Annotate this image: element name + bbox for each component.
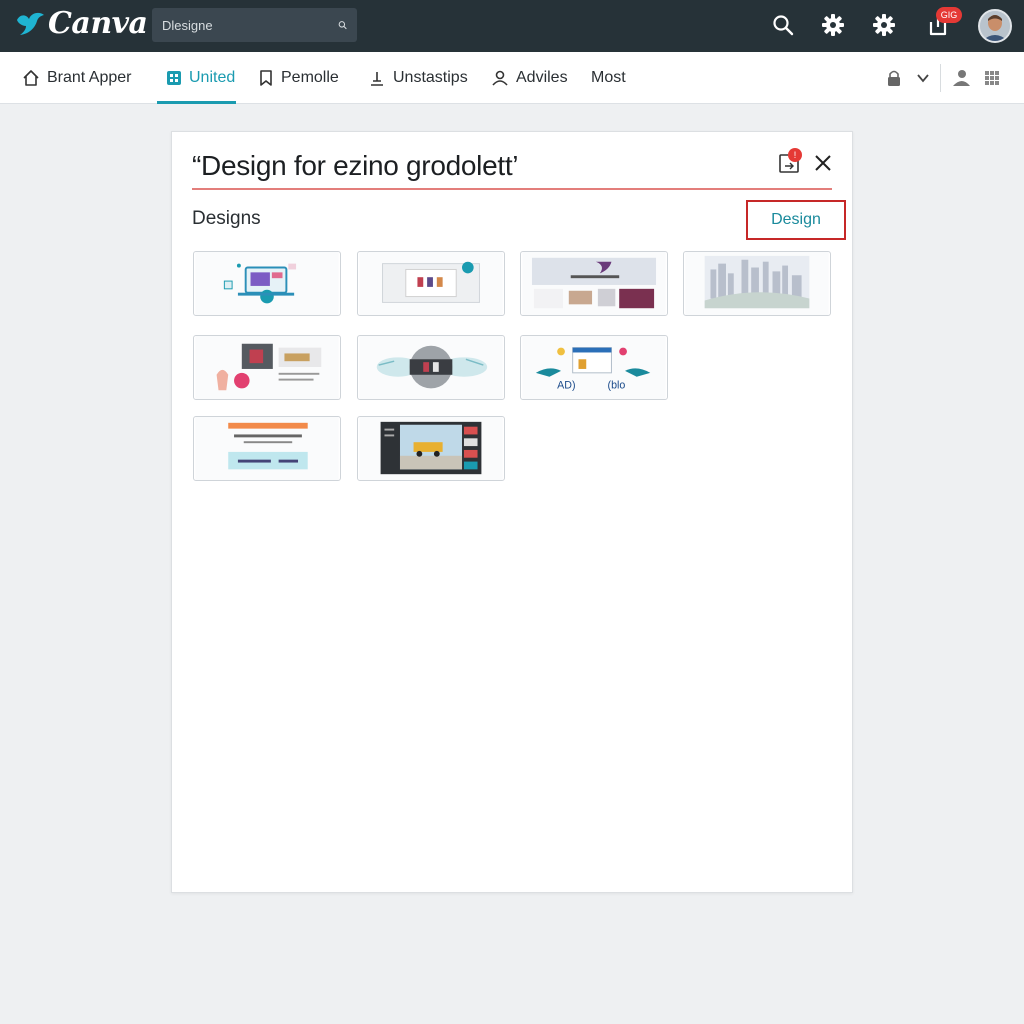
- search-icon[interactable]: [338, 18, 347, 32]
- design-thumbnail[interactable]: [357, 335, 505, 400]
- lock-icon[interactable]: [884, 68, 904, 88]
- logo-text: Canva: [48, 6, 148, 41]
- notification-badge: GIG: [936, 7, 962, 23]
- nav-label: Pemolle: [281, 69, 339, 86]
- section-label-designs: Designs: [192, 208, 261, 229]
- settings-icon[interactable]: [872, 12, 896, 38]
- chevron-down-icon[interactable]: [913, 68, 933, 88]
- person-icon: [371, 72, 383, 86]
- nav-divider: [940, 64, 941, 92]
- search-icon[interactable]: [771, 12, 795, 38]
- nav-item-brant-apper[interactable]: Brant Apper: [22, 52, 132, 104]
- design-thumbnail[interactable]: [357, 416, 505, 481]
- design-thumbnail[interactable]: [520, 251, 668, 316]
- search-box[interactable]: [152, 8, 357, 42]
- design-button[interactable]: Design: [746, 200, 846, 240]
- canva-logo[interactable]: Canva: [14, 6, 148, 41]
- design-thumbnail[interactable]: [193, 416, 341, 481]
- design-thumbnail[interactable]: [357, 251, 505, 316]
- profile-icon[interactable]: [951, 68, 971, 88]
- design-thumbnail[interactable]: AD) (blo: [520, 335, 668, 400]
- document-badge: !: [788, 148, 802, 162]
- design-thumbnail[interactable]: [683, 251, 831, 316]
- title-underline: [192, 188, 832, 190]
- thumbnail-caption-right: (blo: [608, 379, 626, 391]
- bird-icon: [17, 12, 44, 35]
- home-icon: [23, 70, 39, 86]
- design-modal: “Design for ezino grodolett’ ! Designs D…: [171, 131, 853, 893]
- users-icon: [492, 70, 508, 86]
- nav-item-unstastips[interactable]: Unstastips: [368, 52, 468, 104]
- nav-label: Brant Apper: [47, 69, 132, 86]
- nav-label: United: [189, 69, 236, 86]
- nav-item-pemolle[interactable]: Pemolle: [258, 52, 339, 104]
- nav-label: Adviles: [516, 69, 568, 86]
- top-bar: Canva Dlesigne GIG: [0, 0, 1024, 52]
- nav-label: Most: [591, 69, 626, 86]
- nav-item-united[interactable]: United: [157, 52, 236, 104]
- nav-item-adviles[interactable]: Adviles: [491, 52, 568, 104]
- thumbnail-caption-left: AD): [557, 379, 575, 391]
- design-thumbnail[interactable]: [193, 251, 341, 316]
- gear-icon[interactable]: [821, 12, 845, 38]
- avatar[interactable]: [978, 9, 1012, 43]
- apps-grid-icon[interactable]: [982, 68, 1002, 88]
- grid-icon: [167, 71, 181, 85]
- nav-bar: Brant Apper United Pemolle Unstastips Ad…: [0, 52, 1024, 104]
- nav-label: Unstastips: [393, 69, 468, 86]
- design-thumbnail[interactable]: [193, 335, 341, 400]
- modal-title: “Design for ezino grodolett’: [192, 150, 519, 181]
- nav-item-most[interactable]: Most: [591, 52, 626, 104]
- search-input[interactable]: [162, 17, 338, 33]
- close-icon[interactable]: [814, 154, 832, 172]
- bookmark-icon: [260, 70, 272, 86]
